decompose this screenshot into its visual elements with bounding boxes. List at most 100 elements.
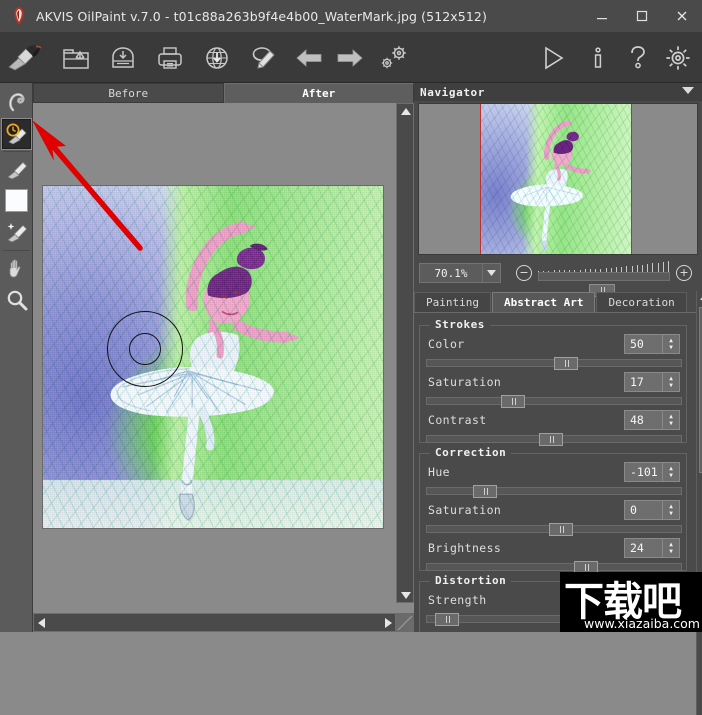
canvas-area[interactable] xyxy=(33,103,414,632)
zoom-slider[interactable] xyxy=(538,272,670,297)
brush-tool[interactable] xyxy=(2,154,31,184)
resize-grip[interactable] xyxy=(396,613,414,632)
param-color-slider[interactable] xyxy=(426,357,682,370)
group-strokes: Strokes Color 50 ▲ ▼ Saturation 17 ▲ ▼ C… xyxy=(419,318,688,446)
window-controls xyxy=(582,0,702,32)
param-color-spinner[interactable]: 50 ▲ ▼ xyxy=(624,334,680,354)
settings-vertical-scrollbar[interactable] xyxy=(696,291,702,715)
color-swatch-tool[interactable] xyxy=(2,185,31,215)
tools-sidebar xyxy=(0,83,33,632)
param-stroke-saturation-slider[interactable] xyxy=(426,395,682,408)
artwork-canvas-texture xyxy=(43,186,383,528)
effects-brush-tool[interactable] xyxy=(2,217,31,247)
chevron-down-icon[interactable] xyxy=(682,87,694,97)
param-contrast: Contrast 48 ▲ ▼ xyxy=(420,408,688,446)
minimize-button[interactable] xyxy=(582,0,622,32)
open-image-icon[interactable] xyxy=(56,38,96,78)
navigator-title: Navigator xyxy=(420,85,486,99)
watermark-url: www.xiazaiba.com xyxy=(584,616,700,631)
brush-logo-icon[interactable] xyxy=(4,38,44,78)
param-strength-thumb[interactable] xyxy=(434,613,459,626)
scroll-left-icon[interactable] xyxy=(36,617,46,628)
close-button[interactable] xyxy=(662,0,702,32)
print-image-icon[interactable] xyxy=(150,38,190,78)
maximize-button[interactable] xyxy=(622,0,662,32)
scroll-right-icon[interactable] xyxy=(383,617,393,628)
param-brightness: Brightness 24 ▲ ▼ xyxy=(420,536,688,574)
group-correction: Correction Hue -101 ▲▼ Saturation 0 ▲▼ xyxy=(419,446,688,574)
zoom-out-button[interactable]: − xyxy=(516,265,532,281)
save-image-icon[interactable] xyxy=(103,38,143,78)
preferences-gear-icon[interactable] xyxy=(658,38,698,78)
brush-inner-circle xyxy=(129,333,161,365)
param-stroke-saturation-thumb[interactable] xyxy=(500,395,525,408)
navigator-thumbnail[interactable] xyxy=(480,104,632,254)
param-correction-saturation-value: 0 xyxy=(630,503,637,517)
param-contrast-slider[interactable] xyxy=(426,433,682,446)
zoom-tool[interactable] xyxy=(2,285,31,315)
param-stroke-saturation: Saturation 17 ▲ ▼ xyxy=(420,370,688,408)
canvas-vertical-scrollbar[interactable] xyxy=(396,103,414,603)
scroll-down-icon[interactable] xyxy=(400,590,411,600)
group-distortion-title: Distortion xyxy=(430,574,512,587)
tab-abstract-art[interactable]: Abstract Art xyxy=(491,292,596,312)
param-stroke-saturation-value: 17 xyxy=(630,375,644,389)
color-swatch[interactable] xyxy=(5,188,28,212)
tab-after[interactable]: After xyxy=(223,83,414,103)
param-contrast-spinner[interactable]: 48 ▲ ▼ xyxy=(624,410,680,430)
param-color-thumb[interactable] xyxy=(554,357,578,370)
edit-presets-icon[interactable] xyxy=(244,38,284,78)
param-hue-slider[interactable] xyxy=(426,485,682,498)
history-brush-tool[interactable] xyxy=(1,118,32,150)
brush-cursor-circles xyxy=(107,311,183,387)
smudge-tool[interactable] xyxy=(2,87,31,117)
settings-panel: Navigator 70.1% − + Painting Abstract Ar… xyxy=(414,83,702,715)
batch-gears-icon[interactable] xyxy=(374,38,414,78)
tool-divider xyxy=(3,250,30,251)
param-stroke-saturation-label: Saturation xyxy=(428,375,502,389)
param-correction-saturation-spinner[interactable]: 0 ▲ ▼ xyxy=(624,500,680,520)
zoom-controls: 70.1% − + xyxy=(414,259,702,297)
param-hue-spinner[interactable]: -101 ▲ ▼ xyxy=(624,462,680,482)
param-brightness-spinner[interactable]: 24 ▲ ▼ xyxy=(624,538,680,558)
zoom-in-button[interactable]: + xyxy=(676,265,692,281)
param-stroke-saturation-spinner[interactable]: 17 ▲ ▼ xyxy=(624,372,680,392)
param-contrast-thumb[interactable] xyxy=(538,433,563,446)
param-correction-saturation-slider[interactable] xyxy=(426,523,682,536)
navigator-preview[interactable] xyxy=(418,103,698,255)
zoom-level-combobox[interactable]: 70.1% xyxy=(419,263,501,283)
redo-arrow-icon[interactable] xyxy=(330,38,370,78)
param-color: Color 50 ▲ ▼ xyxy=(420,332,688,370)
hand-tool[interactable] xyxy=(2,253,31,283)
site-watermark: 下载吧 www.xiazaiba.com xyxy=(560,572,702,632)
param-correction-saturation: Saturation 0 ▲ ▼ xyxy=(420,498,688,536)
param-correction-saturation-thumb[interactable] xyxy=(548,523,573,536)
help-question-icon[interactable] xyxy=(618,38,658,78)
akvis-brush-logo-icon xyxy=(8,5,30,27)
param-hue-thumb[interactable] xyxy=(472,485,497,498)
settings-tabs: Painting Abstract Art Decoration xyxy=(414,291,696,313)
ballerina-oil-painting[interactable] xyxy=(42,185,384,529)
undo-arrow-icon[interactable] xyxy=(289,38,329,78)
spinner-arrows-icon[interactable]: ▲▼ xyxy=(662,411,679,429)
tab-decoration[interactable]: Decoration xyxy=(596,292,687,312)
run-play-icon[interactable] xyxy=(533,38,573,78)
info-icon[interactable] xyxy=(578,38,618,78)
spinner-arrows-icon[interactable]: ▲▼ xyxy=(662,373,679,391)
image-view-tabs: Before After xyxy=(33,83,414,103)
canvas-horizontal-scrollbar[interactable] xyxy=(33,613,396,632)
group-strokes-title: Strokes xyxy=(430,318,490,331)
spinner-arrows-icon[interactable]: ▲▼ xyxy=(662,539,679,557)
scroll-up-icon[interactable] xyxy=(400,106,411,116)
param-hue-value: -101 xyxy=(630,465,658,479)
group-correction-title: Correction xyxy=(430,446,512,459)
zoom-level-value: 70.1% xyxy=(434,266,468,280)
spinner-arrows-icon[interactable]: ▲▼ xyxy=(662,501,679,519)
chevron-down-icon[interactable] xyxy=(482,264,500,282)
tab-before[interactable]: Before xyxy=(33,83,224,103)
tab-painting[interactable]: Painting xyxy=(414,292,491,312)
spinner-arrows-icon[interactable]: ▲▼ xyxy=(662,463,679,481)
spinner-arrows-icon[interactable]: ▲▼ xyxy=(662,335,679,353)
param-brightness-slider[interactable] xyxy=(426,561,682,574)
publish-web-icon[interactable] xyxy=(197,38,237,78)
